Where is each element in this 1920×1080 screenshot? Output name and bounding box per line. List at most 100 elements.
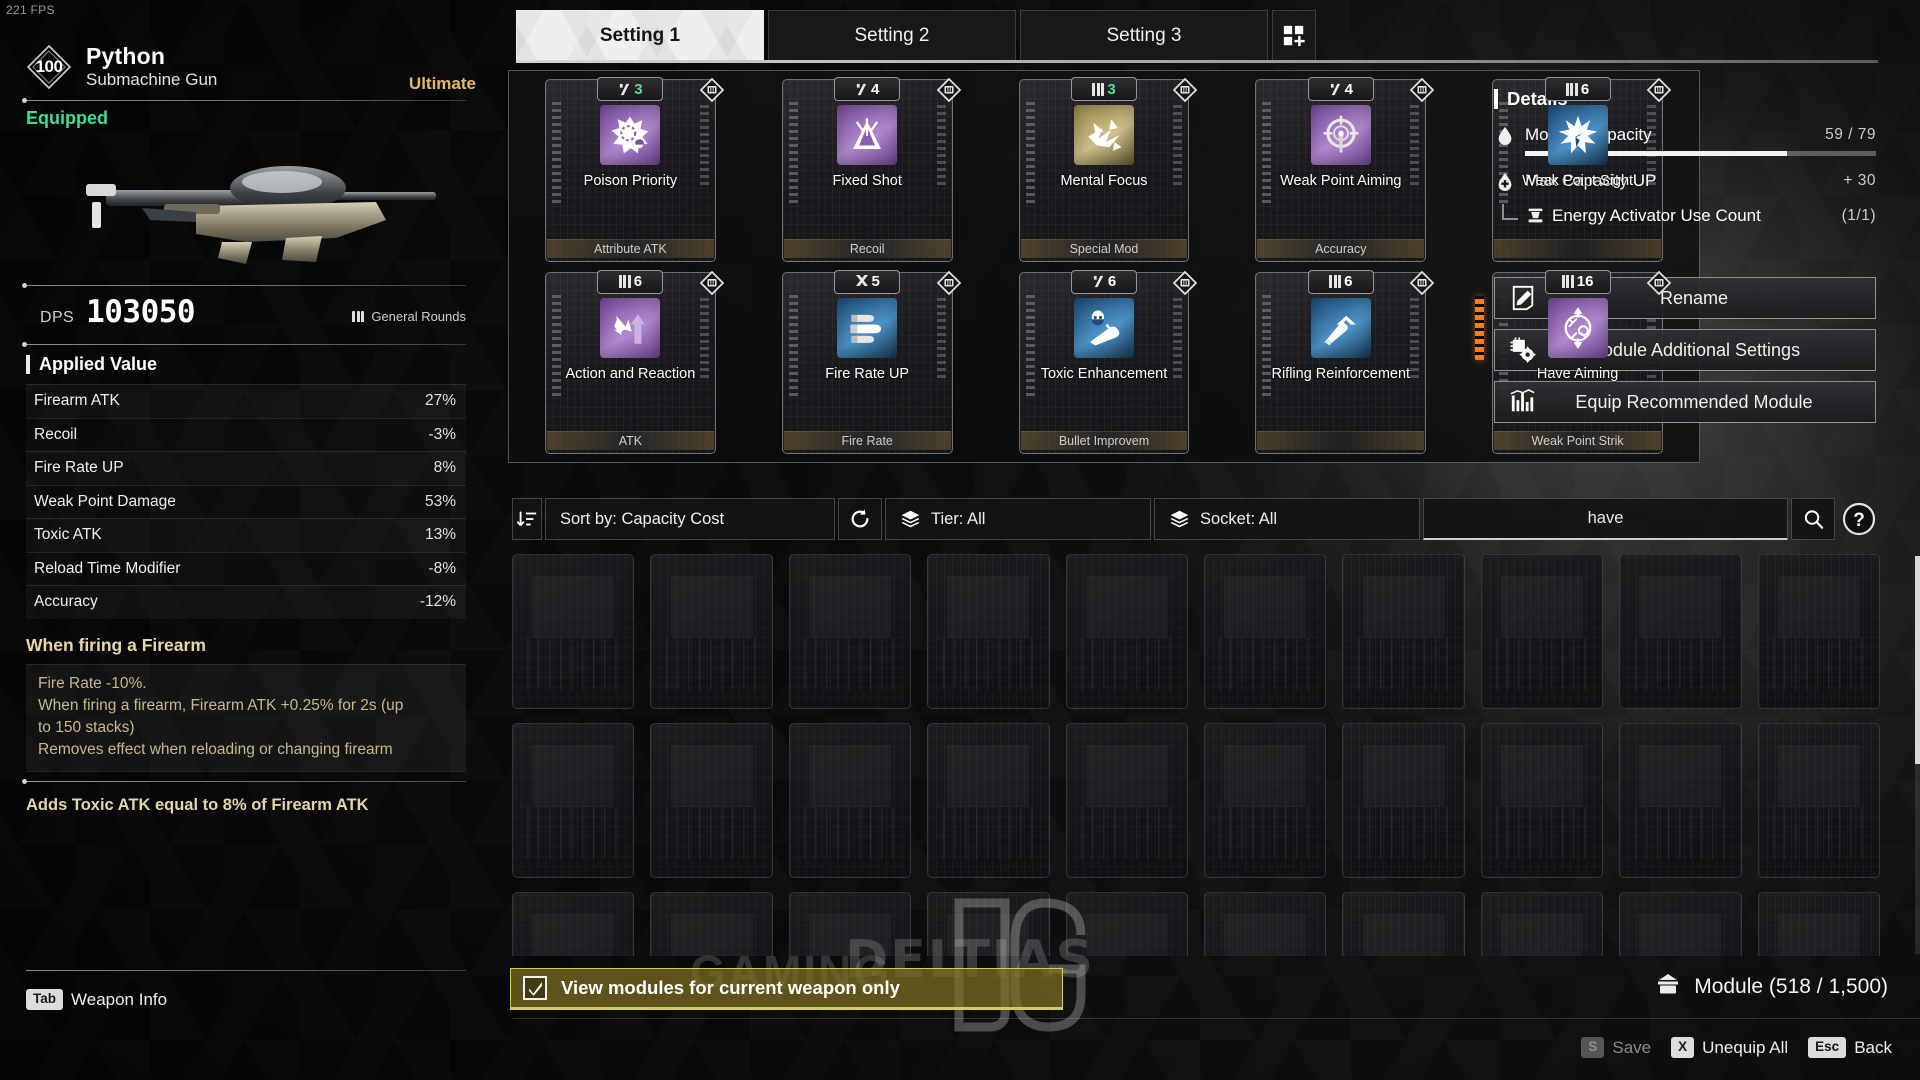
key-hint-back[interactable]: Esc Back — [1808, 1037, 1892, 1058]
inventory-module-slot[interactable] — [650, 892, 773, 956]
stat-value: 27% — [424, 392, 456, 410]
module-icon — [1310, 297, 1371, 358]
scrollbar-thumb[interactable] — [1915, 556, 1920, 764]
module-cost-badge: 6 — [1307, 269, 1374, 294]
inventory-scrollbar[interactable] — [1915, 556, 1920, 954]
inventory-module-slot[interactable] — [1342, 554, 1465, 709]
inventory-module-slot[interactable] — [788, 723, 912, 878]
dps-label: DPS — [40, 309, 75, 326]
inventory-module-slot[interactable] — [788, 892, 912, 956]
activator-icon — [1524, 205, 1546, 227]
equipped-module-slot[interactable]: 4 Fixed Shot Recoil — [758, 77, 977, 262]
inventory-module-slot[interactable] — [1480, 723, 1604, 878]
inventory-module-slot[interactable] — [1204, 554, 1327, 709]
inventory-module-slot[interactable] — [1757, 554, 1880, 709]
module-cost-value: 3 — [1107, 80, 1116, 98]
key-hint-save[interactable]: S Save — [1581, 1037, 1651, 1058]
equipped-module-slot[interactable]: 5 Fire Rate UP Fire Rate — [758, 269, 977, 454]
module-screen: 221 FPS 100 Python Submachine Gun Ultima… — [0, 0, 1920, 1080]
keycap: Esc — [1808, 1037, 1847, 1058]
module-icon — [1547, 105, 1608, 165]
inventory-module-slot[interactable] — [1619, 892, 1742, 956]
module-cost-badge: 5 — [834, 269, 901, 294]
keycap: X — [1671, 1037, 1695, 1058]
search-button[interactable] — [1791, 498, 1835, 540]
tab-setting-1[interactable]: Setting 1 — [516, 10, 764, 60]
key-hint-unequip-all[interactable]: X Unequip All — [1671, 1037, 1788, 1058]
tab-setting-3[interactable]: Setting 3 — [1020, 10, 1268, 60]
inventory-module-slot[interactable] — [1480, 892, 1604, 956]
pencil-note-icon — [1509, 284, 1537, 312]
stat-value: 13% — [424, 526, 456, 544]
inventory-module-slot[interactable] — [512, 554, 635, 709]
inventory-module-slot[interactable] — [1342, 723, 1465, 878]
inventory-module-slot[interactable] — [927, 554, 1050, 709]
inventory-module-slot[interactable] — [650, 554, 773, 709]
tier-filter-button[interactable]: Tier: All — [885, 498, 1151, 540]
cost-shape-slash-icon — [618, 83, 631, 96]
star-burst-icon — [1558, 115, 1597, 154]
equip-recommended-module-button[interactable]: Equip Recommended Module — [1494, 381, 1876, 423]
inventory-module-slot[interactable] — [927, 892, 1050, 956]
stat-value: -3% — [428, 425, 456, 443]
equipped-module-slot[interactable]: 4 Weak Point Aiming Accuracy — [1231, 77, 1450, 262]
inventory-module-slot[interactable] — [1065, 554, 1188, 709]
module-capacity-value: 59 / 79 — [1825, 126, 1876, 143]
inventory-module-slot[interactable] — [1619, 554, 1742, 709]
setting-tabs[interactable]: Setting 1 Setting 2 Setting 3 — [516, 10, 1316, 60]
inventory-module-slot[interactable] — [1204, 892, 1327, 956]
dps-row: DPS 103050 General Rounds — [0, 286, 492, 340]
search-input[interactable]: have — [1423, 498, 1788, 540]
current-weapon-only-checkbox[interactable]: View modules for current weapon only — [510, 968, 1063, 1010]
inventory-module-slot[interactable] — [927, 723, 1050, 878]
inventory-module-slot[interactable] — [1619, 723, 1742, 878]
module-cost-value: 6 — [1580, 80, 1590, 98]
add-setting-button[interactable] — [1272, 10, 1316, 60]
submachine-gun-icon — [86, 166, 436, 264]
equipped-module-slot[interactable]: 6 Rifling Reinforcement — [1231, 269, 1450, 454]
bar-chart-icon — [1509, 388, 1537, 416]
inventory-module-slot[interactable] — [512, 892, 635, 956]
stat-value: -8% — [428, 559, 456, 577]
sort-direction-button[interactable] — [512, 498, 542, 540]
filter-bar: Sort by: Capacity Cost Tier: All Socket:… — [512, 498, 1880, 540]
inventory-module-slot[interactable] — [512, 723, 635, 878]
tab-setting-2[interactable]: Setting 2 — [768, 10, 1016, 60]
effect-line: Removes effect when reloading or changin… — [38, 740, 393, 758]
equipped-module-slot[interactable]: 6 Action and Reaction ATK — [521, 269, 740, 454]
module-inventory[interactable] — [512, 554, 1880, 956]
inventory-module-slot[interactable] — [1065, 892, 1188, 956]
inventory-module-slot[interactable] — [1065, 723, 1188, 878]
sort-by-button[interactable]: Sort by: Capacity Cost — [545, 498, 835, 540]
equipped-module-slot[interactable]: 3 Mental Focus Special Mod — [995, 77, 1214, 262]
layers-icon — [901, 510, 920, 527]
module-category-tag: Bullet Improvem — [1020, 431, 1188, 450]
reset-filters-button[interactable] — [838, 498, 882, 540]
module-category-tag: Fire Rate — [783, 431, 951, 450]
divider — [26, 970, 466, 971]
inventory-module-slot[interactable] — [650, 723, 773, 878]
module-name: Poison Priority — [583, 173, 678, 189]
inventory-module-slot[interactable] — [1204, 723, 1327, 878]
socket-filter-button[interactable]: Socket: All — [1154, 498, 1420, 540]
inventory-module-slot[interactable] — [1480, 554, 1604, 709]
stat-name: Weak Point Damage — [34, 492, 176, 510]
module-icon — [600, 105, 661, 165]
weapon-info-hint[interactable]: Tab Weapon Info — [26, 989, 167, 1010]
inventory-module-slot[interactable] — [788, 554, 912, 709]
module-category-tag — [1494, 238, 1661, 258]
tabs-underline — [516, 60, 1878, 63]
stat-name: Toxic ATK — [34, 526, 102, 544]
help-button[interactable]: ? — [1838, 498, 1880, 540]
checkbox-box — [523, 976, 547, 1000]
inventory-module-slot[interactable] — [1342, 892, 1465, 956]
module-icon — [600, 297, 661, 358]
inventory-module-slot[interactable] — [1757, 723, 1880, 878]
crosshair-ring-icon — [1323, 115, 1359, 153]
module-name: Mental Focus — [1060, 173, 1148, 189]
module-cost-badge: 3 — [597, 77, 664, 101]
inventory-module-slot[interactable] — [1757, 892, 1880, 956]
equipped-module-slot[interactable]: 6 Toxic Enhancement Bullet Improvem — [995, 269, 1214, 454]
equipped-module-slot[interactable]: 3 Poison Priority Attribute ATK — [521, 77, 740, 262]
module-count: Module (518 / 1,500) — [1655, 972, 1888, 1001]
